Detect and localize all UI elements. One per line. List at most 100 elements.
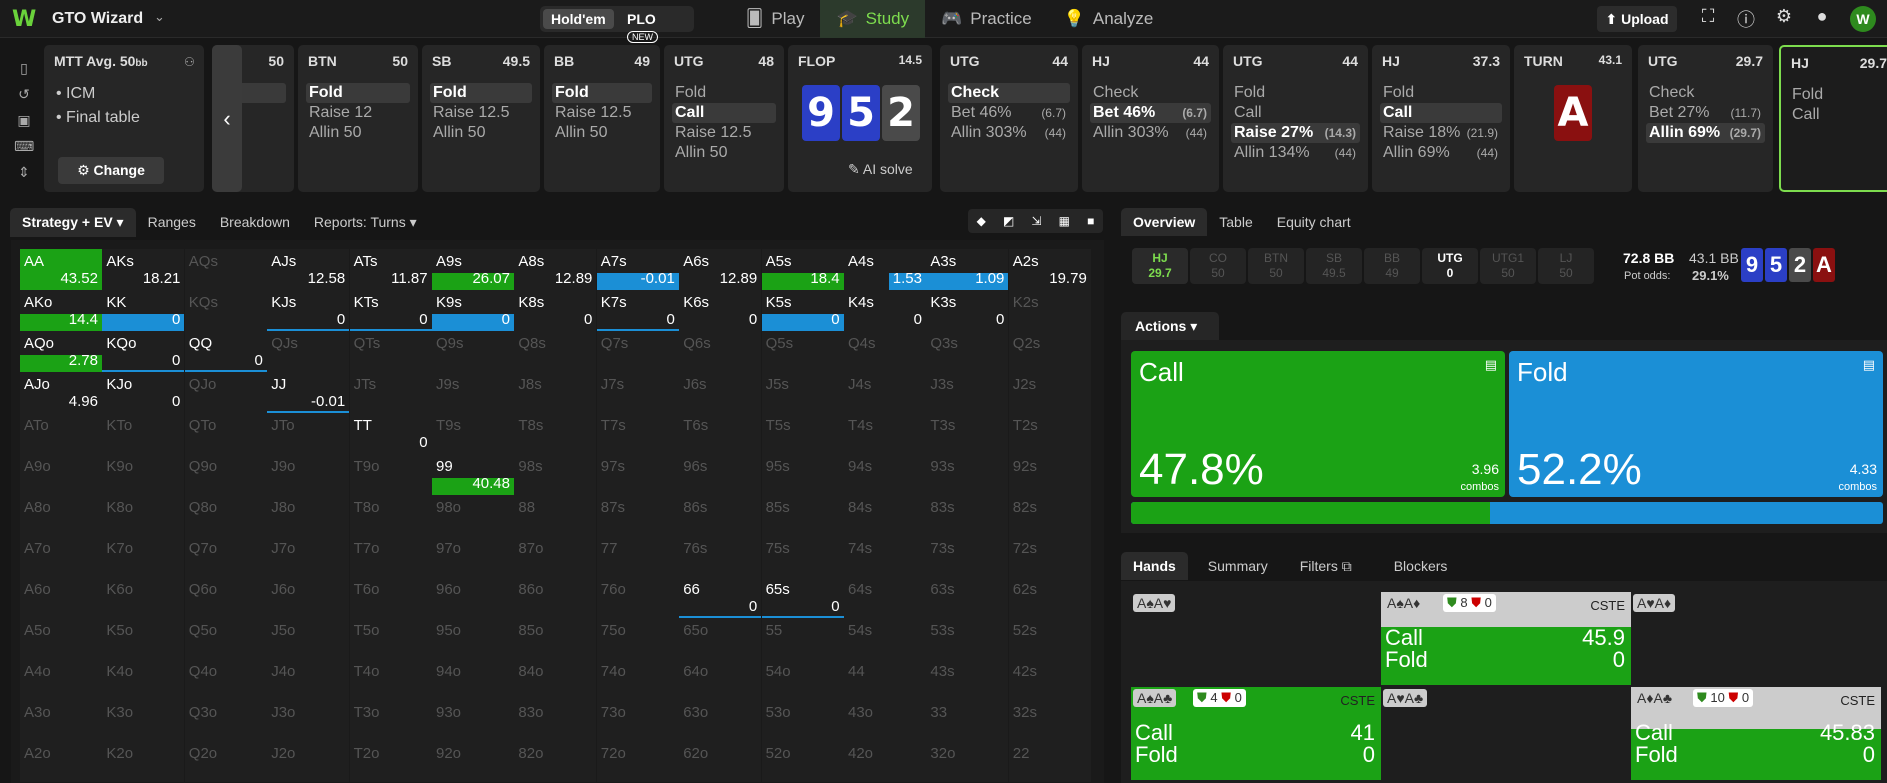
hand-cell[interactable]: A7o	[20, 536, 102, 577]
hand-cell[interactable]: K7o	[102, 536, 185, 577]
compress-icon[interactable]: ⇲	[1031, 214, 1041, 228]
tab-summary[interactable]: Summary	[1196, 552, 1280, 580]
panel-action[interactable]: Call	[672, 103, 776, 123]
hand-cell[interactable]: AKo 14.4	[20, 290, 102, 331]
hand-cell[interactable]: J7s	[596, 372, 679, 413]
panel-action[interactable]: Fold	[430, 83, 532, 103]
hand-cell[interactable]: 85o	[514, 618, 597, 659]
chevron-left-icon[interactable]: ‹	[212, 45, 242, 192]
hand-cell[interactable]: K9o	[102, 454, 185, 495]
tab-strategy-ev[interactable]: Strategy + EV ▾	[10, 207, 136, 237]
action-panel[interactable]: BB 49 Fold Raise 12.5 Allin 50	[544, 45, 660, 192]
hand-cell[interactable]: J8o	[267, 495, 350, 536]
avatar[interactable]: W	[1850, 6, 1876, 32]
panel-action[interactable]: Check	[1646, 83, 1765, 103]
hand-cell[interactable]: 64s	[844, 577, 926, 618]
hand-cell[interactable]: 86s	[679, 495, 762, 536]
seat-utg1[interactable]: UTG1 50	[1480, 248, 1536, 284]
hand-cell[interactable]: 92s	[1008, 454, 1091, 495]
hand-cell[interactable]: A2s 19.79	[1008, 249, 1091, 290]
seat-bb[interactable]: BB 49	[1364, 248, 1420, 284]
hand-cell[interactable]: 83s	[926, 495, 1009, 536]
hand-cell[interactable]: Q8o	[184, 495, 267, 536]
panel-action[interactable]: Allin 50	[430, 123, 532, 143]
tab-hands[interactable]: Hands	[1121, 552, 1188, 580]
hand-cell[interactable]: A4o	[20, 659, 102, 700]
hand-cell[interactable]: 77	[596, 536, 679, 577]
hand-cell[interactable]: T9s	[432, 413, 514, 454]
hand-cell[interactable]: A9o	[20, 454, 102, 495]
hand-cell[interactable]: A8s 12.89	[514, 249, 597, 290]
call-box[interactable]: Call ▤ 47.8% 3.96 combos	[1131, 351, 1505, 497]
hand-card[interactable]: A♦A♣ ⛊ 10 ⛊ 0 CSTE Call 45.83 Fold 0	[1631, 687, 1881, 780]
panel-action[interactable]: Fold	[672, 83, 776, 103]
hand-cell[interactable]: T7s	[596, 413, 679, 454]
hand-cell[interactable]: K3s 0	[926, 290, 1009, 331]
user-icon[interactable]: ●	[1809, 6, 1835, 32]
panel-action[interactable]: Raise 12	[306, 103, 410, 123]
hand-cell[interactable]: A4s 1.53	[844, 249, 926, 290]
panel-action[interactable]: Call	[1231, 103, 1360, 123]
hand-cell[interactable]: AA 43.52	[20, 249, 102, 290]
panel-action[interactable]: Allin 303% (44)	[948, 123, 1070, 143]
action-panel[interactable]: UTG 29.7 Check Bet 27% (11.7) Allin 69% (29.7)	[1638, 45, 1773, 192]
hand-cell[interactable]: 84s	[844, 495, 926, 536]
hand-cell[interactable]: 32o	[926, 741, 1009, 782]
hand-cell[interactable]: 65o	[679, 618, 762, 659]
action-panel[interactable]: HJ 37.3 Fold Call Raise 18% (21.9) Allin 69% (4…	[1372, 45, 1510, 192]
hand-cell[interactable]: 87s	[596, 495, 679, 536]
scan-icon[interactable]: ⛶	[1695, 6, 1721, 32]
hand-cell[interactable]: 74o	[596, 659, 679, 700]
hand-cell[interactable]: 94o	[432, 659, 514, 700]
panel-action[interactable]: Fold	[552, 83, 652, 103]
hand-card[interactable]: A♥A♣	[1381, 687, 1631, 780]
hand-cell[interactable]: 55	[761, 618, 844, 659]
panel-action[interactable]: Raise 18% (21.9)	[1380, 123, 1502, 143]
hand-cell[interactable]: AJs 12.58	[267, 249, 350, 290]
holdem-option[interactable]: Hold'em	[543, 9, 614, 29]
hand-cell[interactable]: J9o	[267, 454, 350, 495]
hand-cell[interactable]: 83o	[514, 700, 597, 741]
logo-icon[interactable]: W	[12, 7, 36, 32]
hand-cell[interactable]: A8o	[20, 495, 102, 536]
hand-cell[interactable]: K2s	[1008, 290, 1091, 331]
hand-cell[interactable]: T4o	[349, 659, 432, 700]
hand-cell[interactable]: K3o	[102, 700, 185, 741]
hand-cell[interactable]: T6s	[679, 413, 762, 454]
hand-cell[interactable]: 98o	[432, 495, 514, 536]
hand-cell[interactable]: Q6o	[184, 577, 267, 618]
tab-filters[interactable]: Filters ⧉	[1288, 552, 1364, 581]
hand-cell[interactable]: 82o	[514, 741, 597, 782]
hand-cell[interactable]: T2s	[1008, 413, 1091, 454]
hand-cell[interactable]: J5o	[267, 618, 350, 659]
seat-co[interactable]: CO 50	[1190, 248, 1246, 284]
hand-card[interactable]: A♠A♥	[1131, 592, 1381, 685]
hand-cell[interactable]: T7o	[349, 536, 432, 577]
nav-practice[interactable]: 🎮 Practice	[925, 0, 1048, 38]
hand-cell[interactable]: J5s	[761, 372, 844, 413]
hand-cell[interactable]: 72o	[596, 741, 679, 782]
note-icon[interactable]: ▤	[1485, 357, 1497, 373]
panel-action[interactable]: Allin 50	[306, 123, 410, 143]
hand-cell[interactable]: 52o	[761, 741, 844, 782]
fold-box[interactable]: Fold ▤ 52.2% 4.33 combos	[1509, 351, 1883, 497]
hand-cell[interactable]: 54s	[844, 618, 926, 659]
panel-action[interactable]: Allin 303% (44)	[1090, 123, 1211, 143]
hand-cell[interactable]: 96o	[432, 577, 514, 618]
hand-card[interactable]: A♠A♣ ⛊ 4 ⛊ 0 CSTE Call 41 Fold 0	[1131, 687, 1381, 780]
hand-cell[interactable]: ATo	[20, 413, 102, 454]
chevron-down-icon[interactable]: ⌄	[154, 9, 165, 25]
hand-cell[interactable]: 95s	[761, 454, 844, 495]
hand-cell[interactable]: K8o	[102, 495, 185, 536]
hand-cell[interactable]: JTs	[349, 372, 432, 413]
hand-cell[interactable]: KTs 0	[349, 290, 432, 331]
panel-action[interactable]: Bet 46% (6.7)	[948, 103, 1070, 123]
hand-cell[interactable]: K6s 0	[679, 290, 762, 331]
hand-cell[interactable]: 87o	[514, 536, 597, 577]
seat-sb[interactable]: SB 49.5	[1306, 248, 1362, 284]
seat-btn[interactable]: BTN 50	[1248, 248, 1304, 284]
hand-cell[interactable]: K9s 0	[432, 290, 514, 331]
hand-cell[interactable]: JJ -0.01	[267, 372, 350, 413]
hand-cell[interactable]: 42o	[844, 741, 926, 782]
hand-card[interactable]: A♥A♦	[1631, 592, 1881, 685]
